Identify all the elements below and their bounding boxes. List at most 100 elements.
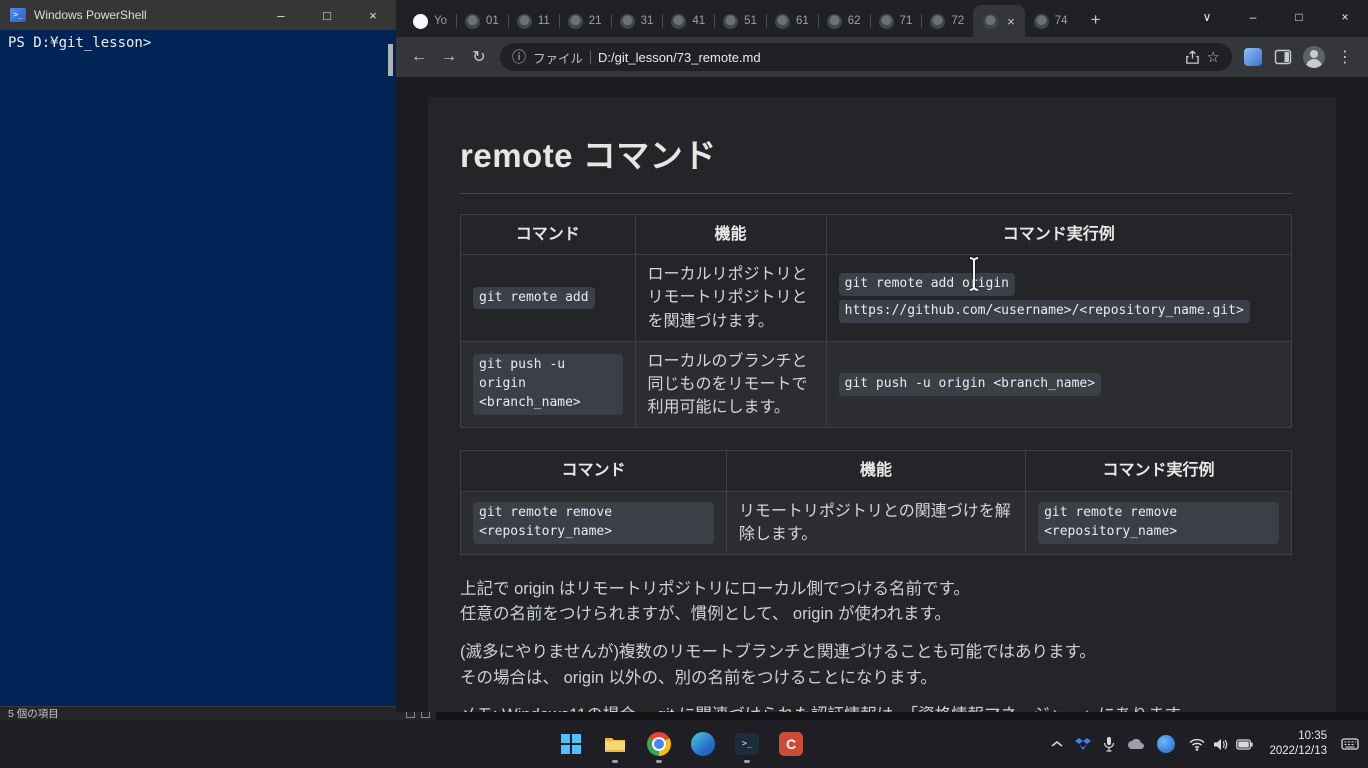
microphone-icon[interactable] — [1098, 726, 1120, 762]
paragraph-origin-naming: 上記で origin はリモートリポジトリにローカル側でつける名前です。 任意の… — [460, 577, 1292, 628]
tab-label: 51 — [744, 15, 757, 27]
table-row: git push -u origin <branch_name> ローカルのブラ… — [461, 341, 1292, 428]
tab-label: 71 — [900, 15, 913, 27]
tab-72[interactable]: 72 — [921, 5, 973, 37]
github-icon — [413, 14, 428, 29]
column-header: 機能 — [726, 451, 1025, 491]
taskbar: >_ C — [0, 720, 1368, 768]
terminal-icon: >_ — [735, 733, 759, 755]
address-divider — [590, 50, 591, 64]
menu-kebab-icon[interactable]: ⋮ — [1330, 42, 1360, 72]
taskbar-icon-powershell[interactable]: >_ — [727, 724, 767, 764]
tab-61[interactable]: 61 — [766, 5, 818, 37]
speaker-icon — [1213, 738, 1228, 751]
table-row: git remote remove <repository_name> リモート… — [461, 491, 1292, 554]
page-favicon — [775, 14, 790, 29]
paragraph-line: 上記で origin はリモートリポジトリにローカル側でつける名前です。 — [460, 577, 1292, 603]
heading-rule — [460, 193, 1292, 194]
powershell-window: >_ Windows PowerShell – □ × PS D:¥git_le… — [0, 0, 396, 706]
minimize-button[interactable]: – — [258, 0, 304, 30]
tab-74[interactable]: 74 — [1025, 5, 1077, 37]
command-code: git push -u origin <branch_name> — [473, 354, 623, 415]
tab-label: 11 — [538, 15, 550, 27]
share-icon[interactable] — [1185, 50, 1200, 65]
powershell-terminal[interactable]: PS D:¥git_lesson> — [0, 30, 396, 706]
start-button[interactable] — [551, 724, 591, 764]
quick-settings-button[interactable] — [1182, 726, 1260, 762]
page-title: remote コマンド — [460, 129, 1292, 177]
profile-avatar[interactable] — [1303, 46, 1325, 68]
touch-keyboard-icon[interactable] — [1336, 726, 1364, 762]
table-row: git remote add ローカルリポジトリとリモートリポジトリとを関連づけ… — [461, 255, 1292, 342]
running-indicator — [744, 760, 750, 763]
command-description: リモートリポジトリとの関連づけを解除します。 — [726, 491, 1025, 554]
paragraph-line: メモ: Windows11の場合、 git に関連づけられた認証情報は、「資格情… — [460, 703, 1292, 712]
dropbox-icon[interactable] — [1070, 726, 1096, 762]
tab-51[interactable]: 51 — [714, 5, 766, 37]
tab-11[interactable]: 11 — [508, 5, 559, 37]
taskbar-icon-app-c[interactable]: C — [771, 724, 811, 764]
paragraph-line: 任意の名前をつけられますが、慣例として、 origin が使われます。 — [460, 602, 1292, 628]
remote-remove-table: コマンド 機能 コマンド実行例 git remote remove <repos… — [460, 450, 1292, 555]
close-button[interactable]: × — [350, 0, 396, 30]
page-favicon — [1034, 14, 1049, 29]
tab-71[interactable]: 71 — [870, 5, 922, 37]
reload-button[interactable]: ↻ — [464, 42, 494, 72]
column-header: 機能 — [635, 215, 826, 255]
column-header: コマンド実行例 — [1026, 451, 1292, 491]
address-bar[interactable]: ⓘ ファイル D:/git_lesson/73_remote.md ☆ — [500, 43, 1232, 71]
tab-62[interactable]: 62 — [818, 5, 870, 37]
extension-icon[interactable] — [1244, 48, 1262, 66]
page-favicon — [827, 14, 842, 29]
tab-label: 41 — [692, 15, 705, 27]
command-description: ローカルのブランチと同じものをリモートで利用可能にします。 — [635, 341, 826, 428]
remote-commands-table: コマンド 機能 コマンド実行例 git remote add ローカルリポジトリ… — [460, 214, 1292, 428]
example-code: git push -u origin <branch_name> — [839, 373, 1101, 396]
page-favicon — [465, 14, 480, 29]
running-indicator — [612, 760, 618, 763]
example-code: https://github.com/<username>/<repositor… — [839, 300, 1250, 323]
tray-overflow-chevron-icon[interactable] — [1046, 726, 1068, 762]
tab-31[interactable]: 31 — [611, 5, 663, 37]
tab-01[interactable]: 01 — [456, 5, 508, 37]
powershell-title: Windows PowerShell — [34, 8, 147, 22]
bookmark-star-icon[interactable]: ☆ — [1207, 48, 1220, 66]
command-description: ローカルリポジトリとリモートリポジトリとを関連づけます。 — [635, 255, 826, 342]
clock-time: 10:35 — [1298, 730, 1327, 742]
tab-close-icon[interactable]: × — [1007, 14, 1015, 29]
taskbar-icon-explorer[interactable] — [595, 724, 635, 764]
tab-41[interactable]: 41 — [662, 5, 714, 37]
side-panel-icon[interactable] — [1274, 48, 1292, 66]
taskbar-icon-chrome[interactable] — [639, 724, 679, 764]
info-icon[interactable]: ⓘ — [512, 47, 526, 67]
close-button[interactable]: × — [1322, 1, 1368, 33]
example-code: git remote add origin — [839, 273, 1015, 296]
app-c-icon: C — [779, 732, 803, 756]
tab-21[interactable]: 21 — [559, 5, 611, 37]
taskbar-clock[interactable]: 10:35 2022/12/13 — [1262, 729, 1334, 759]
new-tab-button[interactable]: + — [1083, 7, 1109, 33]
scrollbar-thumb[interactable] — [388, 44, 393, 76]
forward-button[interactable]: → — [434, 42, 464, 72]
column-header: コマンド実行例 — [826, 215, 1291, 255]
page-favicon — [671, 14, 686, 29]
tab-github[interactable]: Yo — [404, 5, 456, 37]
tab-label: 72 — [951, 15, 964, 27]
tab-label: 61 — [796, 15, 809, 27]
page-favicon — [620, 14, 635, 29]
app-tray-icon[interactable] — [1152, 726, 1180, 762]
page-viewport[interactable]: remote コマンド コマンド 機能 コマンド実行例 git remote a… — [396, 77, 1368, 712]
tab-active-73-remote[interactable]: × — [973, 5, 1025, 37]
minimize-button[interactable]: – — [1230, 1, 1276, 33]
maximize-button[interactable]: □ — [1276, 1, 1322, 33]
cloud-sync-icon[interactable] — [1122, 726, 1150, 762]
maximize-button[interactable]: □ — [304, 0, 350, 30]
powershell-icon: >_ — [10, 8, 26, 22]
back-button[interactable]: ← — [404, 42, 434, 72]
tab-label: Yo — [434, 15, 447, 27]
tab-search-chevron-icon[interactable]: ∨ — [1184, 1, 1230, 33]
powershell-titlebar: >_ Windows PowerShell – □ × — [0, 0, 396, 30]
taskbar-icon-edge[interactable] — [683, 724, 723, 764]
clock-date: 2022/12/13 — [1269, 745, 1327, 757]
tab-label: 74 — [1055, 15, 1068, 27]
